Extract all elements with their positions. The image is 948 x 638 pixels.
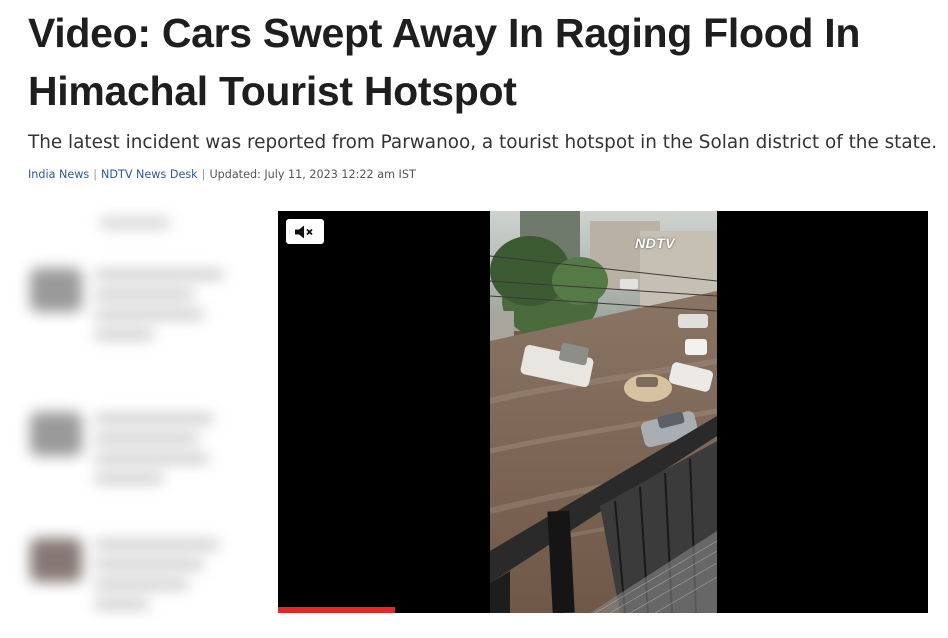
sidebar-thumbnail (30, 268, 82, 312)
category-link[interactable]: India News (28, 168, 89, 181)
sidebar-text-line (94, 454, 209, 463)
byline-separator: | (93, 168, 98, 181)
video-player[interactable]: NDTV (278, 211, 928, 613)
sidebar-text-line (94, 560, 204, 569)
sidebar-text-line (94, 474, 164, 483)
video-frame[interactable]: NDTV (490, 211, 717, 613)
blurred-sidebar (10, 210, 250, 622)
article-headline: Video: Cars Swept Away In Raging Flood I… (28, 10, 861, 114)
sidebar-item[interactable] (22, 258, 242, 368)
sidebar-item[interactable] (22, 528, 242, 638)
video-progress-fill (278, 607, 395, 613)
updated-timestamp: Updated: July 11, 2023 12:22 am IST (209, 168, 416, 181)
sidebar-heading-placeholder (100, 218, 170, 228)
sidebar-text-line (94, 414, 214, 423)
sidebar-text-line (94, 540, 219, 549)
sidebar-text-line (94, 580, 189, 589)
sidebar-text-line (94, 310, 204, 319)
mute-button[interactable] (286, 219, 324, 244)
author-link[interactable]: NDTV News Desk (101, 168, 198, 181)
sidebar-thumbnail (30, 412, 82, 456)
sidebar-item[interactable] (22, 402, 242, 512)
sidebar-text-line (94, 290, 194, 299)
sidebar-text-line (94, 270, 224, 279)
car-beige (624, 374, 672, 402)
flood-scene-image (490, 211, 717, 613)
article-summary: The latest incident was reported from Pa… (28, 132, 938, 153)
video-progress-bar[interactable] (278, 607, 928, 613)
byline-separator: | (201, 168, 206, 181)
sidebar-text-line (94, 600, 149, 609)
sidebar-thumbnail (30, 538, 82, 582)
article-byline: India News | NDTV News Desk | Updated: July … (28, 166, 416, 184)
sidebar-text-line (94, 330, 154, 339)
sidebar-text-line (94, 434, 199, 443)
speaker-muted-icon (295, 225, 313, 238)
ndtv-watermark: NDTV (635, 235, 676, 251)
